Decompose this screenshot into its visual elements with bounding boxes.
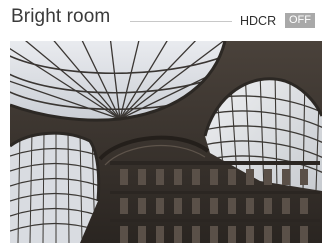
- preview-photo: [10, 41, 322, 243]
- photo-illustration: [10, 41, 322, 243]
- header-divider: [130, 21, 232, 22]
- page-title: Bright room: [11, 6, 111, 27]
- hdcr-status-badge[interactable]: OFF: [285, 13, 315, 28]
- hdcr-label: HDCR: [240, 14, 277, 28]
- header-bar: Bright room HDCR OFF: [0, 0, 324, 40]
- screen: Bright room HDCR OFF: [0, 0, 324, 243]
